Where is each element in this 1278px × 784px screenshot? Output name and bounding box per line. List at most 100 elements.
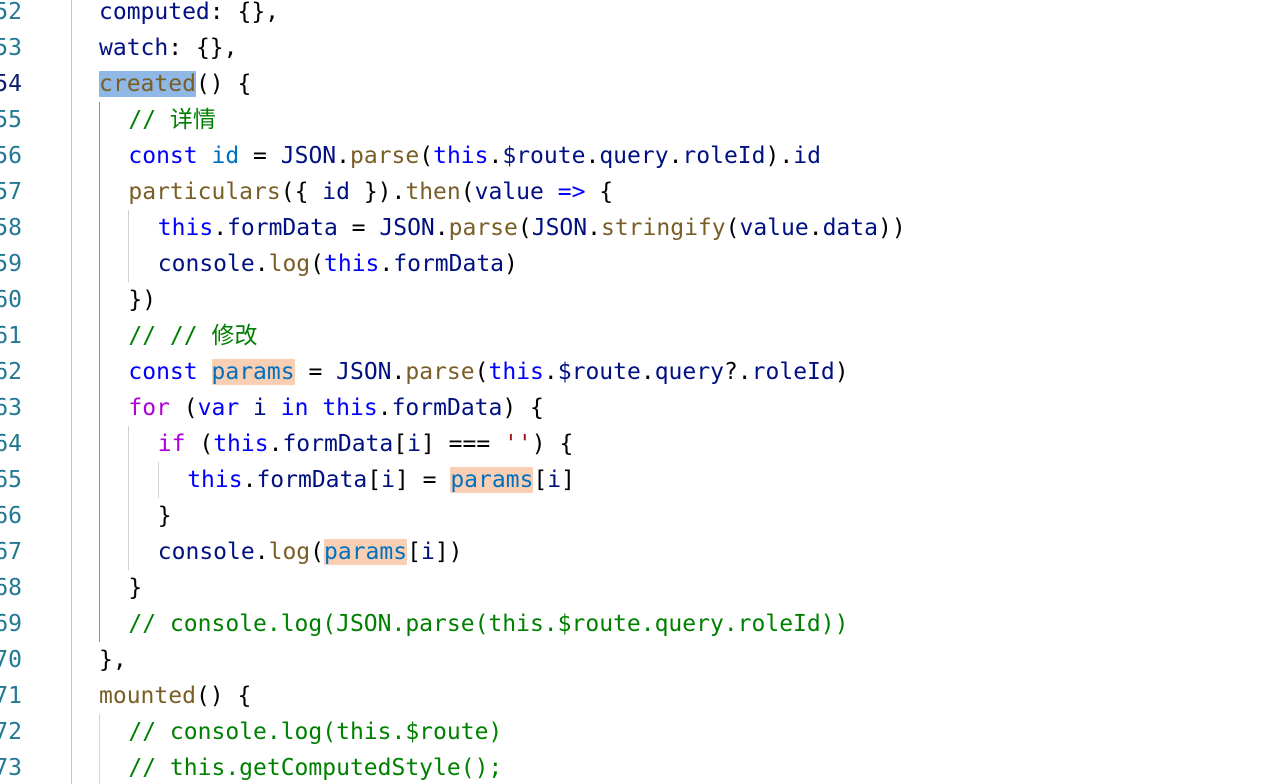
code-token: // console.log(JSON.parse(this.$route.qu… — [128, 611, 849, 637]
code-token: . — [543, 359, 558, 385]
code-token: in — [280, 395, 309, 421]
code-token: [ — [393, 431, 408, 457]
code-token: i — [253, 395, 267, 421]
code-token: roleId — [682, 143, 766, 169]
code-token: ({ — [280, 179, 323, 205]
code-token: = — [337, 215, 380, 241]
code-line[interactable]: }) — [128, 282, 156, 318]
code-line[interactable]: // console.log(this.$route) — [128, 714, 502, 750]
code-token: data — [822, 215, 878, 241]
code-token: id — [322, 179, 350, 205]
code-token: formData — [393, 251, 505, 277]
code-token: () { — [195, 683, 252, 709]
code-token: () { — [195, 71, 252, 97]
code-token: const — [128, 359, 198, 385]
code-token: : {}, — [168, 35, 238, 61]
code-token: [ — [407, 539, 421, 565]
code-area[interactable]: computed: {}, watch: {}, created() {// 详情 c… — [0, 0, 1278, 784]
code-token: formData — [391, 395, 503, 421]
code-token: ( — [725, 215, 740, 241]
code-token: ( — [310, 251, 324, 277]
code-token: [ — [533, 467, 548, 493]
code-token: parse — [405, 359, 475, 385]
code-token: console — [157, 539, 255, 565]
code-token: . — [488, 143, 503, 169]
code-token: ] = — [394, 467, 451, 493]
code-line[interactable]: // // 修改 — [128, 318, 257, 354]
code-token: // 详情 — [128, 107, 216, 133]
code-token: log — [268, 251, 311, 277]
code-token: }) — [128, 287, 157, 313]
code-line[interactable]: for (var i in this.formData) { — [128, 390, 544, 426]
code-token: ( — [419, 143, 434, 169]
code-token: => — [557, 179, 586, 205]
code-token: i — [547, 467, 562, 493]
indent-guide — [99, 102, 100, 642]
code-token: this — [213, 431, 269, 457]
code-line[interactable]: // console.log(JSON.parse(this.$route.qu… — [128, 606, 848, 642]
code-token: . — [668, 143, 683, 169]
code-line[interactable]: mounted() { — [99, 678, 251, 714]
code-token: stringify — [600, 215, 726, 241]
code-token: }). — [349, 179, 406, 205]
code-line[interactable]: console.log(params[i]) — [158, 534, 463, 570]
code-token: i — [420, 539, 435, 565]
code-line[interactable]: created() { — [99, 66, 251, 102]
code-line[interactable]: this.formData[i] = params[i] — [187, 462, 575, 498]
code-token: . — [808, 215, 823, 241]
code-token: created — [99, 71, 196, 97]
code-token: const — [128, 143, 198, 169]
code-token: JSON — [280, 143, 337, 169]
code-line[interactable]: const params = JSON.parse(this.$route.qu… — [128, 354, 849, 390]
code-token: ] — [561, 467, 575, 493]
code-token: ( — [169, 395, 198, 421]
code-token: parse — [448, 215, 518, 241]
code-token: JSON — [336, 359, 392, 385]
code-token: watch — [99, 35, 169, 61]
code-token: formData — [227, 215, 338, 241]
code-line[interactable]: particulars({ id }).then(value => { — [128, 174, 613, 210]
code-token: this — [488, 359, 544, 385]
code-token: . — [434, 215, 449, 241]
code-line[interactable]: // this.getComputedStyle(); — [128, 750, 502, 784]
indent-guide — [158, 462, 159, 498]
code-token: // this.getComputedStyle(); — [128, 755, 503, 781]
code-line[interactable]: const id = JSON.parse(this.$route.query.… — [128, 138, 821, 174]
code-token: parse — [350, 143, 420, 169]
code-token: if — [157, 431, 186, 457]
code-token: query — [599, 143, 669, 169]
code-token: ?. — [723, 359, 752, 385]
code-token: . — [268, 431, 283, 457]
code-token: ] === — [420, 431, 505, 457]
code-token: [ — [367, 467, 382, 493]
code-line[interactable]: computed: {}, — [99, 0, 279, 30]
code-token: this — [187, 467, 243, 493]
code-token: then — [405, 179, 461, 205]
code-token: . — [587, 215, 601, 241]
code-token: params — [324, 539, 408, 565]
code-token: // // 修改 — [128, 323, 258, 349]
code-line[interactable]: // 详情 — [128, 102, 216, 138]
code-editor[interactable]: 52 53 54 55 56 57 58 59 60 61 62 63 64 65 66 67 68 69 70 71… — [0, 0, 1278, 784]
code-line[interactable]: console.log(this.formData) — [158, 246, 518, 282]
code-token: JSON — [531, 215, 588, 241]
code-token: . — [640, 359, 655, 385]
code-token: . — [391, 359, 406, 385]
code-line[interactable]: } — [128, 570, 142, 606]
code-token: this — [157, 215, 214, 241]
code-token: . — [379, 251, 394, 277]
code-token: computed — [99, 0, 210, 25]
code-line[interactable]: }, — [99, 642, 127, 678]
code-token: ( — [310, 539, 324, 565]
code-line[interactable]: watch: {}, — [99, 30, 238, 66]
code-line[interactable]: if (this.formData[i] === '') { — [158, 426, 574, 462]
code-line[interactable]: this.formData = JSON.parse(JSON.stringif… — [158, 210, 906, 246]
code-token: . — [254, 539, 269, 565]
code-token: roleId — [751, 359, 835, 385]
code-token: ) { — [531, 431, 574, 457]
code-line[interactable]: } — [158, 498, 172, 534]
